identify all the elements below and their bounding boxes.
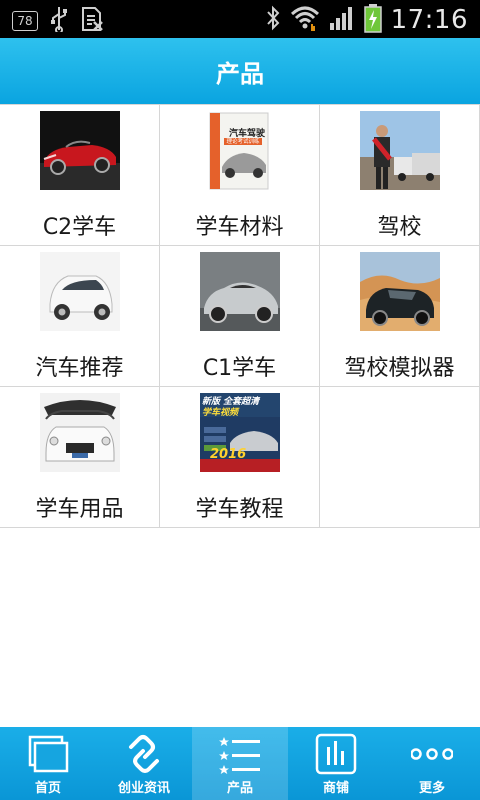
bottom-nav: 首页 创业资讯 产品 商铺 更多: [0, 727, 480, 800]
more-dots-icon: [410, 733, 454, 775]
driving-school-instructor-image: [360, 111, 440, 190]
product-item-driving-school[interactable]: 驾校: [320, 105, 480, 245]
red-convertible-car-image: [40, 111, 120, 190]
nav-label: 更多: [418, 781, 445, 796]
video-line2-text: 学车视频: [202, 408, 239, 418]
product-item-supplies[interactable]: 学车用品: [0, 387, 160, 527]
grid-row: 汽车推荐 C1学车 驾校模拟器: [0, 246, 480, 387]
product-item-materials[interactable]: 汽车驾驶 理论考试训练 学车材料: [160, 105, 320, 245]
home-icon: [27, 733, 69, 775]
product-item-c1[interactable]: C1学车: [160, 246, 320, 386]
grid-row: 学车用品 新版 全套超清 学车视频 2016 学车教程: [0, 387, 480, 528]
video-year-text: 2016: [210, 447, 247, 462]
product-item-car-recommend[interactable]: 汽车推荐: [0, 246, 160, 386]
nav-more[interactable]: 更多: [384, 727, 480, 800]
product-label: 学车教程: [195, 497, 284, 522]
white-compact-car-image: [40, 252, 120, 331]
list-icon: [219, 733, 261, 775]
nav-label: 创业资讯: [117, 781, 170, 796]
product-item-tutorial[interactable]: 新版 全套超清 学车视频 2016 学车教程: [160, 387, 320, 527]
sim-card-icon: [80, 6, 104, 36]
battery-charging-icon: [363, 3, 382, 37]
nav-home[interactable]: 首页: [0, 727, 96, 800]
nav-products[interactable]: 产品: [192, 727, 288, 800]
status-clock: 17:16: [390, 5, 468, 35]
nav-label: 首页: [34, 781, 61, 796]
wifi-icon: [290, 4, 320, 36]
link-icon: [123, 733, 165, 775]
product-item-c2[interactable]: C2学车: [0, 105, 160, 245]
notification-count-badge: 78: [12, 11, 38, 31]
book-subtitle-text: 理论考试训练: [226, 139, 260, 145]
car-with-sunshade-image: [40, 393, 120, 472]
nav-label: 产品: [226, 781, 253, 796]
driving-theory-book-image: 汽车驾驶 理论考试训练: [200, 111, 280, 190]
product-label: 驾校: [377, 215, 422, 240]
suv-in-desert-image: [360, 252, 440, 331]
status-right: 17:16: [265, 3, 468, 37]
product-grid: C2学车 汽车驾驶 理论考试训练 学车材料 驾校 汽车推荐 C1学车 驾校模拟器…: [0, 104, 480, 528]
nav-label: 商铺: [322, 781, 349, 796]
status-bar: 78 17:16: [0, 0, 480, 38]
title-bar: 产品: [0, 38, 480, 104]
product-label: C1学车: [202, 356, 277, 381]
bluetooth-icon: [265, 4, 281, 36]
page-title: 产品: [216, 59, 264, 88]
product-label: 驾校模拟器: [344, 356, 455, 381]
nav-store[interactable]: 商铺: [288, 727, 384, 800]
signal-icon: [329, 5, 355, 35]
product-label: 学车材料: [195, 215, 284, 240]
driving-video-cover-image: 新版 全套超清 学车视频 2016: [200, 393, 280, 472]
product-item-simulator[interactable]: 驾校模拟器: [320, 246, 480, 386]
silver-sports-car-image: [200, 252, 280, 331]
usb-icon: [50, 6, 68, 36]
grid-row: C2学车 汽车驾驶 理论考试训练 学车材料 驾校: [0, 105, 480, 246]
product-label: 学车用品: [35, 497, 124, 522]
store-chart-icon: [315, 733, 357, 775]
product-label: C2学车: [42, 215, 117, 240]
status-left: 78: [12, 6, 104, 36]
empty-cell: [320, 387, 480, 527]
product-label: 汽车推荐: [35, 356, 124, 381]
nav-news[interactable]: 创业资讯: [96, 727, 192, 800]
